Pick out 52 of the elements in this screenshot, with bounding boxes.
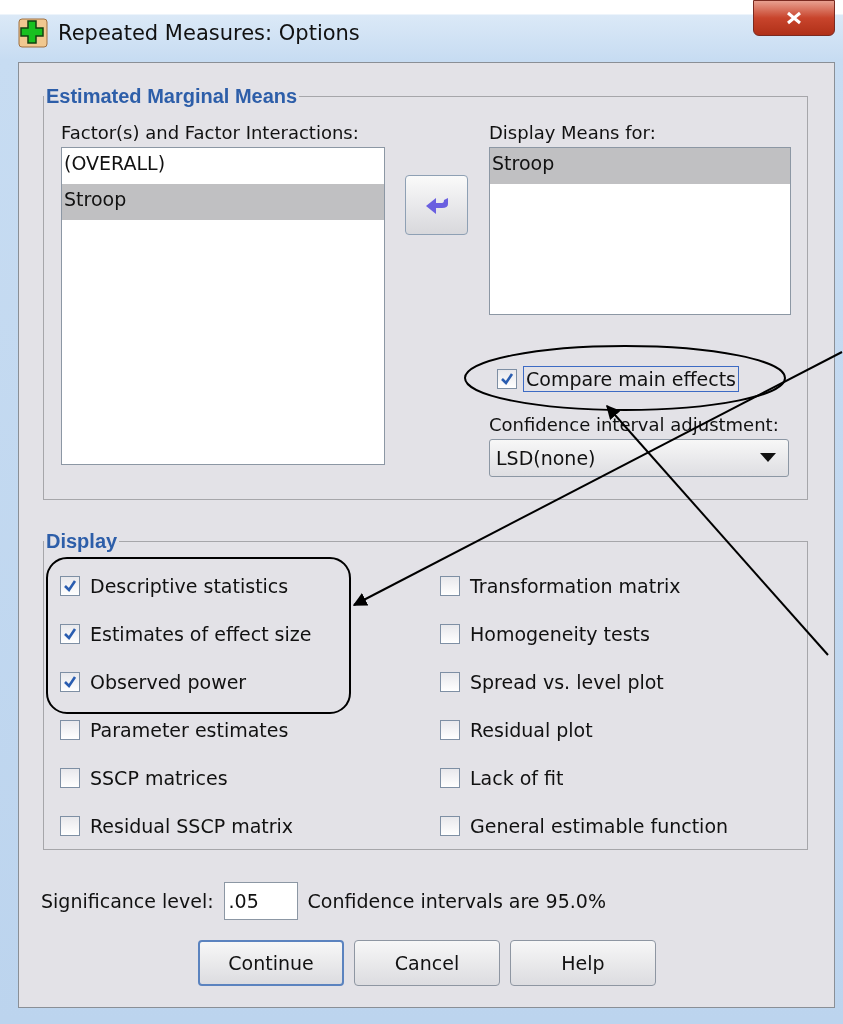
- list-item[interactable]: Stroop: [490, 148, 790, 184]
- checkbox-label[interactable]: Parameter estimates: [90, 719, 289, 741]
- checkbox[interactable]: [60, 768, 80, 788]
- caret-icon: [760, 453, 776, 463]
- move-button[interactable]: [405, 175, 468, 235]
- checkbox-label[interactable]: Homogeneity tests: [470, 623, 650, 645]
- window-title: Repeated Measures: Options: [58, 21, 360, 45]
- checkbox-label[interactable]: Observed power: [90, 671, 247, 693]
- group-title: Display: [45, 530, 119, 553]
- list-label: Factor(s) and Factor Interactions:: [61, 122, 360, 143]
- checkbox[interactable]: [60, 624, 80, 644]
- list-item[interactable]: (OVERALL): [62, 148, 384, 184]
- checkbox[interactable]: [60, 576, 80, 596]
- significance-field[interactable]: .05: [223, 882, 298, 920]
- check-icon: [63, 675, 77, 689]
- checkbox[interactable]: [60, 672, 80, 692]
- checkbox[interactable]: [440, 624, 460, 644]
- checkbox[interactable]: [440, 672, 460, 692]
- dialog-button[interactable]: Help: [510, 940, 656, 986]
- check-icon: [63, 627, 77, 641]
- checkbox-label[interactable]: SSCP matrices: [90, 767, 228, 789]
- checkbox-label[interactable]: Residual SSCP matrix: [90, 815, 294, 837]
- field-label: Significance level:: [41, 890, 214, 912]
- checkbox[interactable]: [440, 816, 460, 836]
- app-icon: [18, 18, 48, 48]
- checkbox[interactable]: [497, 369, 517, 389]
- display-means-list[interactable]: Stroop: [489, 147, 791, 315]
- adjustment-dropdown[interactable]: LSD(none): [489, 439, 789, 477]
- checkbox[interactable]: [440, 768, 460, 788]
- list-item[interactable]: Stroop: [62, 184, 384, 220]
- checkbox[interactable]: [60, 720, 80, 740]
- checkbox-label[interactable]: Descriptive statistics: [90, 575, 289, 597]
- factor-list[interactable]: (OVERALL) Stroop: [61, 147, 385, 465]
- note-text: Confidence intervals are 95.0%: [307, 890, 606, 912]
- checkbox-label[interactable]: Estimates of effect size: [90, 623, 312, 645]
- check-icon: [63, 579, 77, 593]
- check-icon: [500, 372, 514, 386]
- checkbox-label[interactable]: Compare main effects: [523, 366, 739, 392]
- checkbox-label[interactable]: Lack of fit: [470, 767, 564, 789]
- checkbox-label[interactable]: General estimable function: [470, 815, 729, 837]
- checkbox-label[interactable]: Residual plot: [470, 719, 593, 741]
- group-title: Estimated Marginal Means: [45, 85, 299, 108]
- checkbox-label[interactable]: Spread vs. level plot: [470, 671, 664, 693]
- dialog-button[interactable]: Continue: [198, 940, 344, 986]
- checkbox-label[interactable]: Transformation matrix: [470, 575, 681, 597]
- list-label: Display Means for:: [489, 122, 657, 143]
- close-button[interactable]: [753, 0, 835, 36]
- close-icon: [784, 11, 804, 25]
- checkbox[interactable]: [440, 720, 460, 740]
- checkbox[interactable]: [60, 816, 80, 836]
- checkbox[interactable]: [440, 576, 460, 596]
- dialog-button[interactable]: Cancel: [354, 940, 500, 986]
